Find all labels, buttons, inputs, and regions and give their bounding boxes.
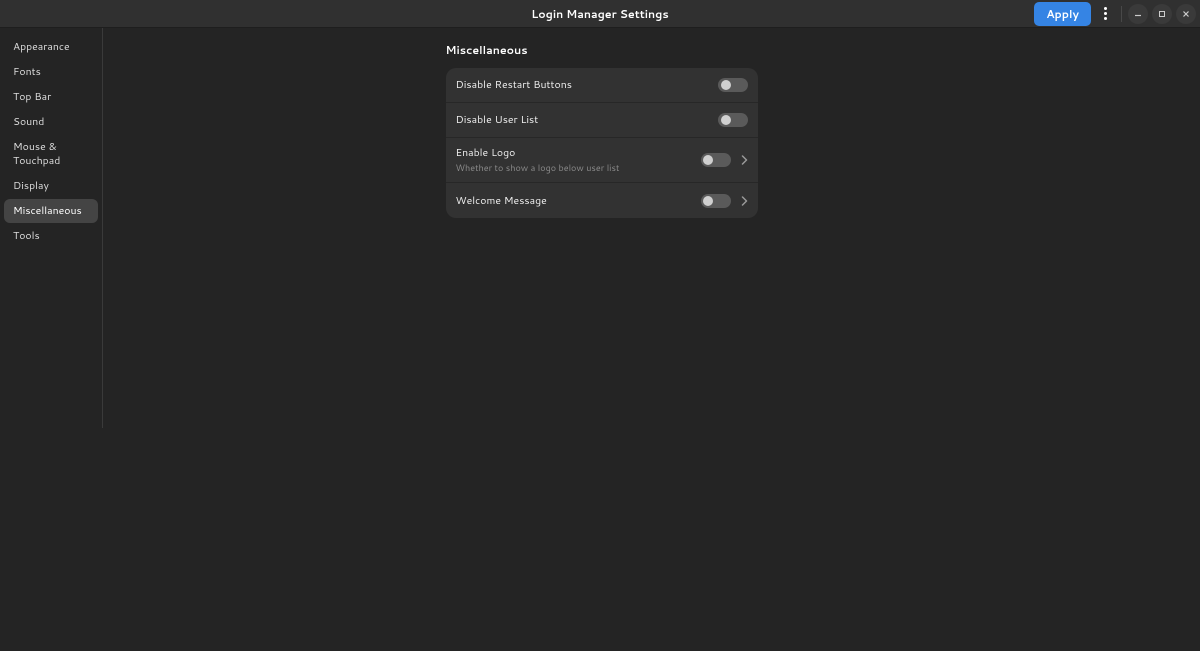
row-enable-logo[interactable]: Enable Logo Whether to show a logo below… (446, 138, 758, 183)
minimize-button[interactable] (1128, 4, 1148, 24)
row-disable-user-list: Disable User List (446, 103, 758, 138)
sidebar-item-top-bar[interactable]: Top Bar (4, 85, 98, 109)
sidebar-item-miscellaneous[interactable]: Miscellaneous (4, 199, 98, 223)
maximize-icon (1158, 10, 1166, 18)
maximize-button[interactable] (1152, 4, 1172, 24)
close-button[interactable] (1176, 4, 1196, 24)
switch-knob-icon (703, 196, 713, 206)
sidebar-item-appearance[interactable]: Appearance (4, 35, 98, 59)
row-title: Disable User List (456, 113, 718, 127)
sidebar-item-tools[interactable]: Tools (4, 224, 98, 248)
switch-knob-icon (721, 115, 731, 125)
row-text: Disable Restart Buttons (456, 78, 718, 92)
section-title: Miscellaneous (446, 42, 758, 58)
switch-disable-restart-buttons[interactable] (718, 78, 748, 92)
content-area: Miscellaneous Disable Restart Buttons Di… (103, 28, 1200, 651)
main-layout: Appearance Fonts Top Bar Sound Mouse & T… (0, 28, 1200, 651)
dots-vertical-icon (1104, 7, 1107, 20)
window-title: Login Manager Settings (531, 6, 668, 22)
minimize-icon (1134, 10, 1142, 18)
row-subtitle: Whether to show a logo below user list (456, 161, 701, 174)
apply-button[interactable]: Apply (1034, 2, 1091, 26)
close-icon (1182, 10, 1190, 18)
chevron-right-icon (741, 196, 748, 206)
row-title: Welcome Message (456, 194, 701, 208)
headerbar-controls: Apply (1034, 2, 1196, 26)
row-text: Enable Logo Whether to show a logo below… (456, 146, 701, 174)
row-title: Enable Logo (456, 146, 701, 160)
headerbar: Login Manager Settings Apply (0, 0, 1200, 28)
row-text: Disable User List (456, 113, 718, 127)
sidebar: Appearance Fonts Top Bar Sound Mouse & T… (0, 28, 103, 428)
row-disable-restart-buttons: Disable Restart Buttons (446, 68, 758, 103)
row-text: Welcome Message (456, 194, 701, 208)
chevron-right-icon (741, 155, 748, 165)
settings-list: Disable Restart Buttons Disable User Lis… (446, 68, 758, 218)
sidebar-item-mouse-touchpad[interactable]: Mouse & Touchpad (4, 135, 98, 173)
separator (1121, 6, 1122, 22)
row-title: Disable Restart Buttons (456, 78, 718, 92)
sidebar-item-sound[interactable]: Sound (4, 110, 98, 134)
sidebar-item-fonts[interactable]: Fonts (4, 60, 98, 84)
content-inner: Miscellaneous Disable Restart Buttons Di… (446, 42, 758, 651)
switch-disable-user-list[interactable] (718, 113, 748, 127)
sidebar-item-display[interactable]: Display (4, 174, 98, 198)
switch-welcome-message[interactable] (701, 194, 731, 208)
switch-knob-icon (703, 155, 713, 165)
menu-button[interactable] (1095, 4, 1115, 24)
row-welcome-message[interactable]: Welcome Message (446, 183, 758, 218)
switch-enable-logo[interactable] (701, 153, 731, 167)
switch-knob-icon (721, 80, 731, 90)
